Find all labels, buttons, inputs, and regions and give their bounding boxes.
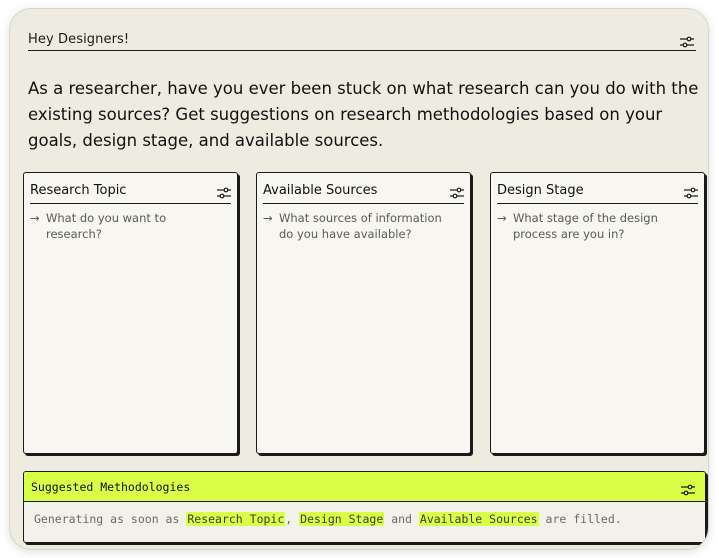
sliders-icon[interactable] <box>680 33 694 48</box>
status-separator: , <box>285 512 293 526</box>
header: Hey Designers! <box>28 27 694 51</box>
available-sources-card[interactable]: Available Sources → What sources of info… <box>256 172 471 454</box>
arrow-right-icon: → <box>263 211 273 225</box>
card-divider <box>497 203 698 204</box>
available-sources-input[interactable]: → What sources of information do you hav… <box>263 211 456 242</box>
suggestions-title: Suggested Methodologies <box>31 479 191 494</box>
intro-text: As a researcher, have you ever been stuc… <box>28 79 699 150</box>
suggestions-status: Generating as soon as Research Topic, De… <box>34 512 622 526</box>
research-topic-chip: Research Topic <box>186 512 286 526</box>
app-panel: Hey Designers! As a researcher, have you… <box>9 8 709 550</box>
header-divider <box>28 50 696 51</box>
card-title: Design Stage <box>497 182 584 198</box>
arrow-right-icon: → <box>497 211 507 225</box>
research-topic-input[interactable]: → What do you want to research? <box>30 211 223 242</box>
card-title: Research Topic <box>30 182 127 198</box>
suggestions-header: Suggested Methodologies <box>24 472 705 502</box>
input-placeholder: What do you want to research? <box>46 211 167 241</box>
status-text: Generating as soon as <box>34 512 180 526</box>
sliders-icon[interactable] <box>681 481 695 495</box>
input-placeholder: What sources of information do you have … <box>279 211 442 241</box>
card-divider <box>30 203 231 204</box>
card-title: Available Sources <box>263 182 378 198</box>
status-separator: and <box>391 512 412 526</box>
sliders-icon[interactable] <box>684 184 698 199</box>
card-header: Research Topic <box>30 179 231 201</box>
sliders-icon[interactable] <box>450 184 464 199</box>
design-stage-card[interactable]: Design Stage → What stage of the design … <box>490 172 705 454</box>
design-stage-input[interactable]: → What stage of the design process are y… <box>497 211 690 242</box>
available-sources-chip: Available Sources <box>418 512 539 526</box>
suggested-methodologies-panel: Suggested Methodologies Generating as so… <box>23 471 706 543</box>
card-header: Available Sources <box>263 179 464 201</box>
status-text: are filled. <box>545 512 622 526</box>
card-header: Design Stage <box>497 179 698 201</box>
header-title: Hey Designers! <box>28 31 130 47</box>
input-placeholder: What stage of the design process are you… <box>513 211 658 241</box>
arrow-right-icon: → <box>30 211 40 225</box>
sliders-icon[interactable] <box>217 184 231 199</box>
research-topic-card[interactable]: Research Topic → What do you want to res… <box>23 172 238 454</box>
card-divider <box>263 203 464 204</box>
design-stage-chip: Design Stage <box>299 512 385 526</box>
